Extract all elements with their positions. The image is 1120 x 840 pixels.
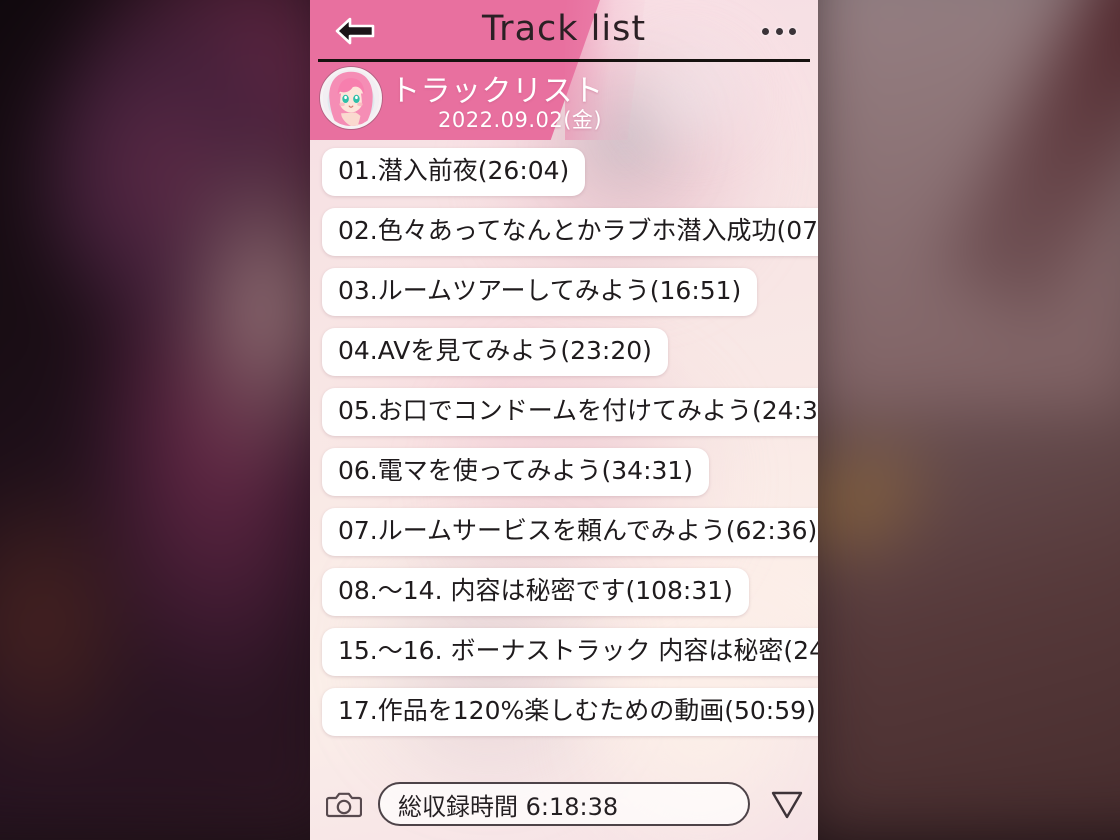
track-item[interactable]: 17.作品を120%楽しむための動画(50:59) bbox=[322, 688, 818, 736]
send-triangle-icon[interactable] bbox=[756, 788, 818, 820]
author-row: トラックリスト 2022.09.02(金) bbox=[310, 62, 818, 140]
more-options-icon[interactable] bbox=[762, 20, 796, 42]
title-bar: Track list bbox=[310, 0, 818, 62]
avatar[interactable] bbox=[320, 67, 382, 129]
total-time-input[interactable]: 総収録時間 6:18:38 bbox=[378, 782, 750, 826]
camera-icon[interactable] bbox=[316, 789, 372, 819]
track-item[interactable]: 08.〜14. 内容は秘密です(108:31) bbox=[322, 568, 749, 616]
track-item[interactable]: 02.色々あってなんとかラブホ潜入成功(07:05) bbox=[322, 208, 818, 256]
screenshot-stage: Track list トラックリスト 2022.09.02(金) 01.潜入前夜… bbox=[0, 0, 1120, 840]
composer-bar: 総収録時間 6:18:38 bbox=[310, 768, 818, 840]
track-item[interactable]: 05.お口でコンドームを付けてみよう(24:34) bbox=[322, 388, 818, 436]
track-list-panel: Track list トラックリスト 2022.09.02(金) 01.潜入前夜… bbox=[310, 0, 818, 840]
track-item[interactable]: 04.AVを見てみよう(23:20) bbox=[322, 328, 668, 376]
page-title: Track list bbox=[481, 9, 647, 49]
track-item[interactable]: 15.〜16. ボーナストラック 内容は秘密(24:01) bbox=[322, 628, 818, 676]
track-item[interactable]: 03.ルームツアーしてみよう(16:51) bbox=[322, 268, 758, 316]
track-item[interactable]: 06.電マを使ってみよう(34:31) bbox=[322, 448, 710, 496]
track-list: 01.潜入前夜(26:04) 02.色々あってなんとかラブホ潜入成功(07:05)… bbox=[310, 148, 818, 748]
panel-header: Track list トラックリスト 2022.09.02(金) bbox=[310, 0, 818, 140]
post-date: 2022.09.02(金) bbox=[438, 108, 603, 132]
track-item[interactable]: 07.ルームサービスを頼んでみよう(62:36) bbox=[322, 508, 818, 556]
track-item[interactable]: 01.潜入前夜(26:04) bbox=[322, 148, 586, 196]
